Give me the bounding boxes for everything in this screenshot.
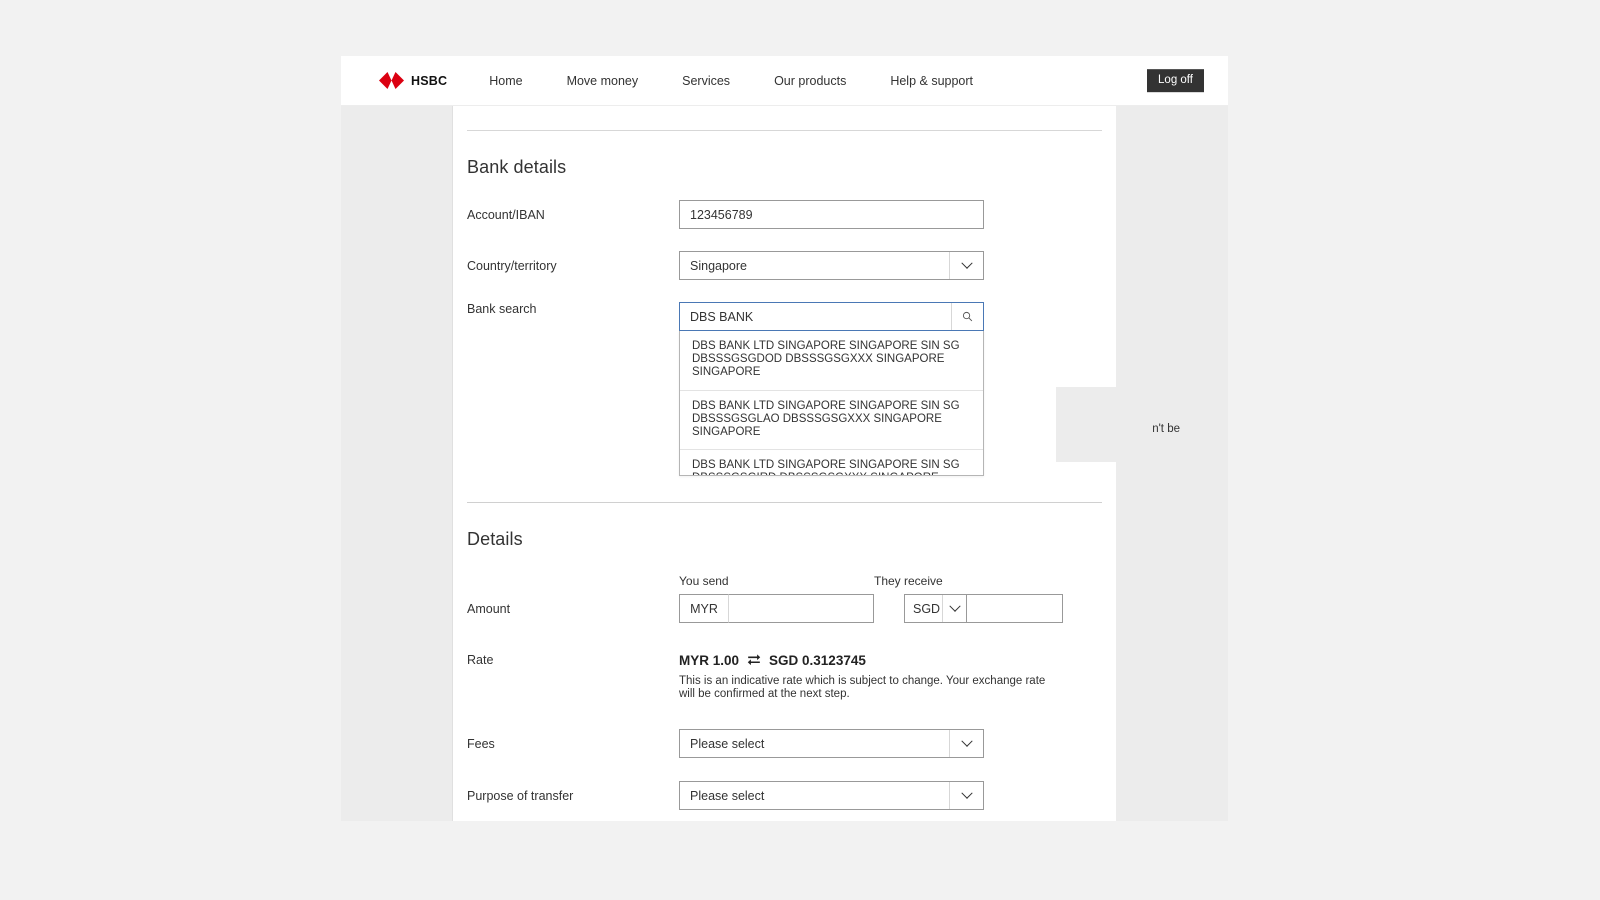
send-currency-prefix: MYR	[679, 594, 729, 623]
chevron-down-icon	[949, 252, 983, 279]
left-gutter	[341, 106, 453, 821]
section-divider	[467, 502, 1102, 503]
bank-details-heading: Bank details	[467, 157, 567, 177]
purpose-of-transfer-value: Please select	[690, 788, 765, 803]
page-body: Bank details Account/IBAN 123456789 Coun…	[341, 106, 1228, 821]
rate-label: Rate	[467, 653, 494, 667]
chevron-down-icon	[949, 730, 983, 757]
nav-link-move-money[interactable]: Move money	[545, 74, 661, 88]
fees-label: Fees	[467, 736, 495, 751]
rate-disclaimer: This is an indicative rate which is subj…	[679, 675, 1046, 700]
you-send-label: You send	[679, 574, 729, 588]
hsbc-logo[interactable]: HSBC	[379, 72, 447, 89]
exchange-swap-icon	[747, 653, 761, 668]
nav-link-services[interactable]: Services	[660, 74, 752, 88]
bank-search-suggestions[interactable]: DBS BANK LTD SINGAPORE SINGAPORE SIN SG …	[679, 331, 984, 476]
field-amount: Amount MYR SGD	[467, 594, 1102, 623]
receive-currency-select[interactable]: SGD	[904, 594, 967, 623]
nav-link-help-support[interactable]: Help & support	[868, 74, 995, 88]
bank-search-label: Bank search	[467, 302, 537, 316]
field-country-territory: Country/territory Singapore	[467, 251, 1102, 280]
right-gutter	[1116, 106, 1228, 821]
send-amount-input[interactable]	[729, 594, 874, 623]
chevron-down-icon	[942, 595, 966, 622]
country-territory-label: Country/territory	[467, 258, 557, 273]
field-bank-search: Bank search n't be DBS BANK DBS BANK LTD…	[467, 302, 1188, 478]
details-heading: Details	[467, 529, 523, 549]
account-iban-input[interactable]: 123456789	[679, 200, 984, 229]
hsbc-wordmark: HSBC	[411, 73, 448, 88]
bank-search-value: DBS BANK	[690, 309, 754, 324]
nav-link-our-products[interactable]: Our products	[752, 74, 868, 88]
rate-from-value: MYR 1.00	[679, 653, 740, 668]
rate-to-value: SGD 0.3123745	[769, 653, 866, 668]
field-rate: Rate MYR 1.00 SGD 0.3123745 This is an i…	[467, 653, 1102, 701]
field-purpose-of-transfer: Purpose of transfer Please select	[467, 781, 1102, 810]
nav-link-home[interactable]: Home	[489, 74, 544, 88]
country-territory-value: Singapore	[690, 258, 747, 273]
list-item[interactable]: DBS BANK LTD SINGAPORE SINGAPORE SIN SG …	[680, 391, 983, 451]
search-icon[interactable]	[951, 303, 983, 330]
account-iban-label: Account/IBAN	[467, 207, 545, 222]
chevron-down-icon	[949, 782, 983, 809]
list-item[interactable]: DBS BANK LTD SINGAPORE SINGAPORE SIN SG …	[680, 331, 983, 391]
content-column: Bank details Account/IBAN 123456789 Coun…	[453, 106, 1188, 821]
amount-column-headers: You send They receive	[679, 574, 1102, 588]
country-territory-select[interactable]: Singapore	[679, 251, 984, 280]
receive-amount-input[interactable]	[967, 594, 1063, 623]
they-receive-label: They receive	[874, 574, 943, 588]
top-navigation-bar: HSBC Home Move money Services Our produc…	[341, 56, 1228, 106]
list-item[interactable]: DBS BANK LTD SINGAPORE SINGAPORE SIN SG …	[680, 450, 983, 475]
rate-value-line: MYR 1.00 SGD 0.3123745	[679, 653, 1102, 668]
purpose-of-transfer-label: Purpose of transfer	[467, 788, 574, 803]
fees-value: Please select	[690, 736, 765, 751]
amount-label: Amount	[467, 601, 511, 616]
transfer-form: Bank details Account/IBAN 123456789 Coun…	[453, 130, 1188, 810]
field-fees: Fees Please select	[467, 729, 1102, 758]
hsbc-hexagon-icon	[379, 72, 404, 89]
field-account-iban: Account/IBAN 123456789	[467, 200, 1102, 229]
purpose-of-transfer-select[interactable]: Please select	[679, 781, 984, 810]
top-divider	[467, 130, 1102, 131]
nav-links: Home Move money Services Our products He…	[489, 74, 995, 88]
you-send-group: MYR	[679, 594, 874, 623]
browser-page: HSBC Home Move money Services Our produc…	[341, 56, 1228, 821]
they-receive-group: SGD	[904, 594, 1063, 623]
bank-search-input[interactable]: DBS BANK	[679, 302, 984, 331]
log-off-button[interactable]: Log off	[1147, 68, 1204, 93]
fees-select[interactable]: Please select	[679, 729, 984, 758]
info-panel: n't be	[1056, 387, 1188, 462]
receive-currency-value: SGD	[913, 601, 941, 616]
